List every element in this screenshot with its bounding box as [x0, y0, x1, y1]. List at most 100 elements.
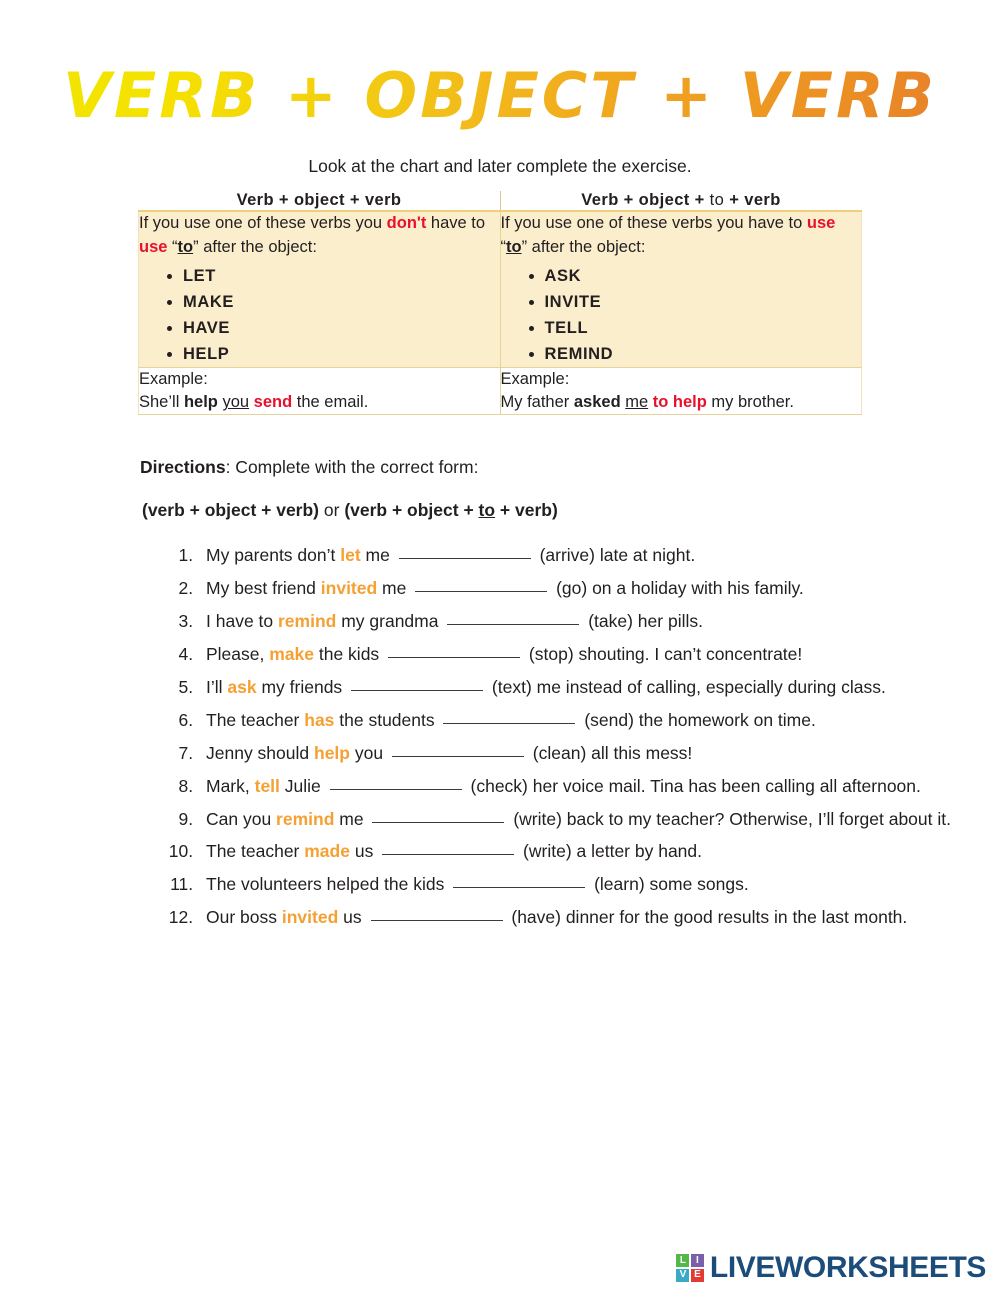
exercise-item: I’ll ask my friends (text) me instead of…: [198, 671, 1000, 704]
chart-header-row: Verb + object + verb Verb + object + to …: [138, 191, 862, 213]
answer-blank[interactable]: [370, 919, 503, 922]
form-b-post: + verb): [495, 500, 558, 521]
ex-left-under1: you: [222, 393, 250, 412]
liveworksheets-tiles-icon: L I V E: [676, 1254, 704, 1282]
chart-header-right-post: + verb: [724, 191, 781, 210]
exercise-cue-verb: help: [314, 742, 350, 763]
chart-rule-right: If you use one of these verbs you have t…: [500, 211, 862, 369]
ex-left-bold1: help: [183, 393, 218, 412]
ex-left-p1: She’ll: [139, 393, 184, 412]
exercise-cue-verb: invited: [320, 578, 378, 599]
verb-item: REMIND: [545, 341, 862, 367]
exercise-pre-text: The volunteers helped the kids: [206, 874, 450, 895]
exercise-cue-verb: invited: [281, 907, 339, 928]
exercise-item: My parents don’t let me (arrive) late at…: [198, 539, 1000, 572]
logo-tile-i: I: [690, 1254, 704, 1268]
answer-blank[interactable]: [391, 755, 524, 757]
answer-blank[interactable]: [453, 886, 586, 889]
exercise-mid-text: us: [349, 841, 379, 862]
exercise-cue-verb: tell: [254, 775, 280, 796]
ex-right-p1: My father: [500, 393, 574, 412]
exercise-post-text: (text) me instead of calling, especially…: [487, 677, 886, 698]
exercise-post-text: (check) her voice mail. Tina has been ca…: [465, 775, 921, 796]
verb-list-right: ASK INVITE TELL REMIND: [501, 263, 862, 367]
verb-list-left: LET MAKE HAVE HELP: [139, 263, 500, 367]
answer-blank[interactable]: [443, 722, 576, 724]
exercise-item: I have to remind my grandma (take) her p…: [198, 605, 1000, 638]
exercise-post-text: (write) a letter by hand.: [518, 841, 703, 862]
rule-right-part1: If you use one of these verbs you have t…: [500, 214, 807, 233]
exercise-item: Can you remind me (write) back to my tea…: [198, 803, 1000, 836]
chart-rule-row: If you use one of these verbs you don't …: [138, 211, 862, 369]
page-title: VERB + OBJECT + VERB: [62, 59, 938, 132]
rule-right-part3: after the object:: [527, 237, 646, 256]
answer-blank[interactable]: [382, 853, 515, 856]
example-label: Example:: [500, 370, 570, 389]
forms-line: (verb + object + verb) or (verb + object…: [142, 500, 1000, 521]
exercise-mid-text: me: [334, 808, 369, 829]
exercise-mid-text: my friends: [256, 677, 348, 698]
exercise-mid-text: me: [360, 545, 395, 566]
exercise-mid-text: my grandma: [336, 611, 444, 632]
exercise-cue-verb: make: [269, 644, 314, 665]
verb-item: INVITE: [545, 289, 862, 315]
rule-left-part1: If you use one of these verbs you: [139, 214, 387, 233]
exercise-item: Please, make the kids (stop) shouting. I…: [198, 638, 1000, 671]
logo-tile-l: L: [676, 1254, 690, 1268]
form-b-pre: (verb + object +: [344, 500, 479, 521]
answer-blank[interactable]: [447, 623, 580, 626]
ex-right-p4: my brother.: [706, 393, 794, 412]
rule-left-quote-open: “: [167, 237, 178, 256]
exercise-post-text: (send) the homework on time.: [579, 709, 816, 730]
exercise-cue-verb: ask: [227, 677, 257, 698]
liveworksheets-logo: L I V E LIVEWORKSHEETS: [676, 1251, 986, 1285]
exercise-item: Our boss invited us (have) dinner for th…: [198, 901, 1000, 934]
example-sentence: She’ll help you send the email.: [139, 391, 500, 414]
form-b-to: to: [478, 500, 496, 521]
chart-example-row: Example: She’ll help you send the email.…: [138, 367, 862, 416]
answer-blank[interactable]: [415, 590, 548, 593]
exercise-cue-verb: made: [304, 841, 350, 862]
exercise-item: The volunteers helped the kids (learn) s…: [198, 868, 1000, 901]
ex-left-red1: send: [253, 393, 293, 412]
rule-left-use: use: [139, 237, 168, 256]
answer-blank[interactable]: [351, 689, 484, 692]
ex-right-red1: to help: [652, 393, 707, 412]
chart-header-right-to: to: [709, 191, 725, 210]
exercise-pre-text: Mark,: [206, 775, 255, 796]
answer-blank[interactable]: [329, 788, 462, 790]
exercise-item: Mark, tell Julie (check) her voice mail.…: [198, 770, 1000, 803]
verb-item: LET: [183, 263, 500, 289]
verb-item: MAKE: [183, 289, 500, 315]
chart-rule-left: If you use one of these verbs you don't …: [138, 211, 501, 369]
rule-left-dont: don't: [386, 214, 427, 233]
answer-blank[interactable]: [398, 557, 531, 560]
example-label: Example:: [139, 370, 208, 389]
exercise-mid-text: me: [377, 578, 412, 599]
exercise-pre-text: Can you: [206, 808, 277, 829]
ex-left-p4: the email.: [292, 393, 369, 412]
exercise-item: The teacher made us (write) a letter by …: [198, 835, 1000, 868]
logo-tile-v: V: [676, 1268, 690, 1282]
directions-line: Directions: Complete with the correct fo…: [140, 457, 1000, 478]
directions-label: Directions: [140, 457, 226, 478]
exercise-post-text: (arrive) late at night.: [534, 545, 696, 566]
exercise-item: The teacher has the students (send) the …: [198, 704, 1000, 737]
rule-right-use: use: [806, 214, 836, 233]
exercise-list: My parents don’t let me (arrive) late at…: [0, 539, 1000, 934]
form-a: (verb + object + verb): [142, 500, 320, 521]
exercise-post-text: (learn) some songs.: [589, 874, 749, 895]
verb-item: TELL: [545, 315, 862, 341]
exercise-pre-text: My best friend: [206, 578, 321, 599]
exercise-cue-verb: has: [304, 709, 335, 730]
answer-blank[interactable]: [388, 656, 521, 659]
example-sentence: My father asked me to help my brother.: [501, 391, 862, 414]
exercise-post-text: (go) on a holiday with his family.: [551, 578, 804, 599]
exercise-item: My best friend invited me (go) on a holi…: [198, 572, 1000, 605]
exercise-mid-text: the kids: [314, 644, 385, 665]
exercise-pre-text: I’ll: [206, 677, 228, 698]
exercise-pre-text: Our boss: [206, 907, 282, 928]
verb-item: HELP: [183, 341, 500, 367]
answer-blank[interactable]: [372, 821, 505, 823]
exercise-mid-text: Julie: [279, 775, 326, 796]
